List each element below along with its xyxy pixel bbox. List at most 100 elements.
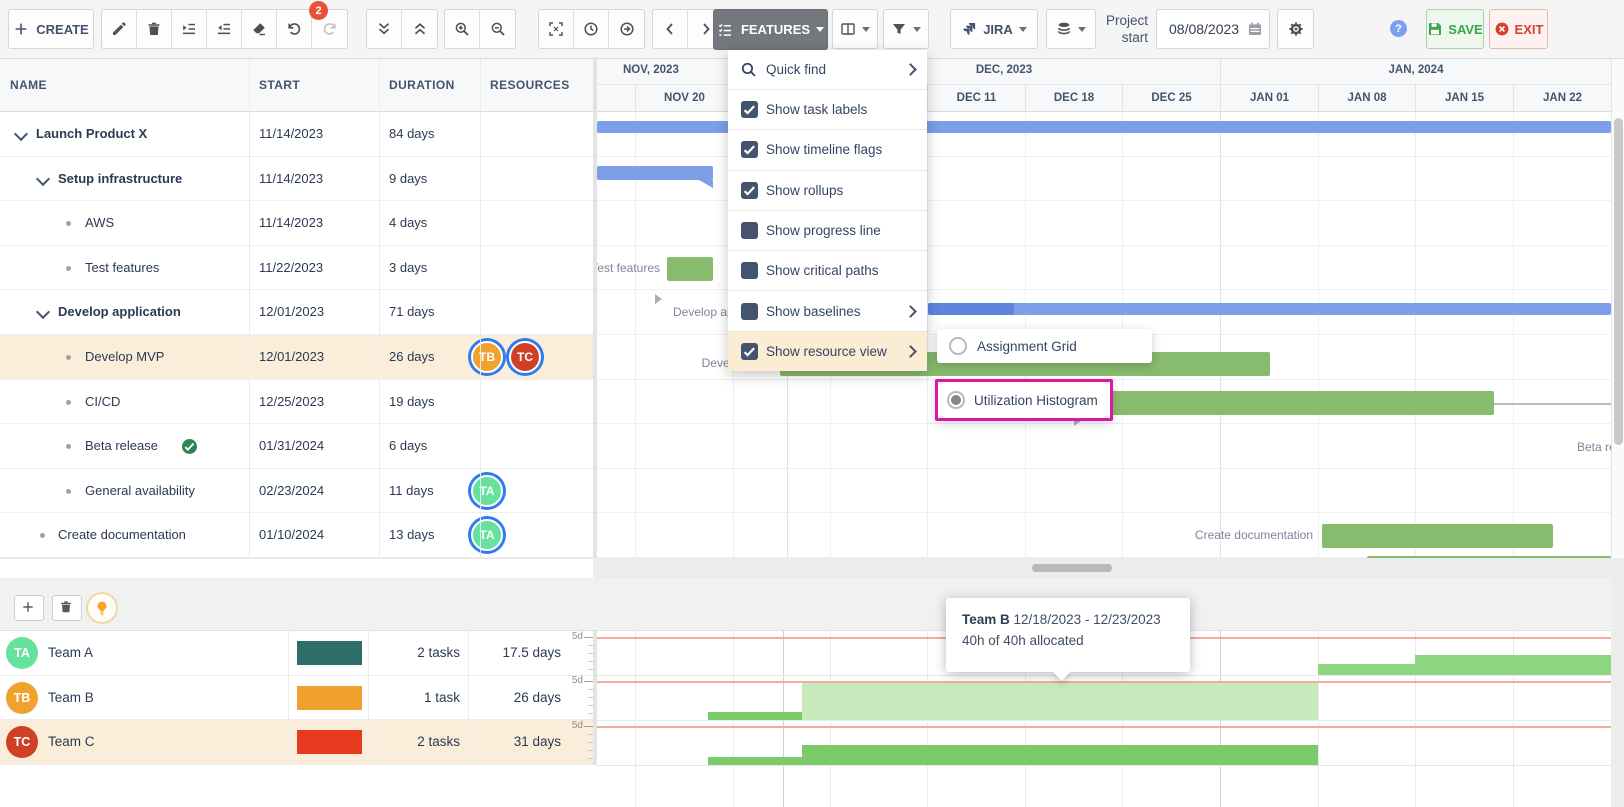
menu-item-show-resource-view[interactable]: Show resource view bbox=[728, 331, 927, 371]
indent-button[interactable] bbox=[172, 10, 207, 48]
task-row[interactable]: Create documentation01/10/202413 daysTA bbox=[0, 513, 593, 558]
vertical-scrollbar-thumb[interactable] bbox=[1614, 118, 1623, 445]
resource-color-swatch[interactable] bbox=[297, 641, 362, 665]
help-icon[interactable]: ? bbox=[1390, 20, 1407, 37]
create-button[interactable]: CREATE bbox=[8, 9, 94, 49]
create-documentation-bar[interactable] bbox=[1322, 524, 1553, 548]
filter-button[interactable] bbox=[883, 9, 929, 49]
utilization-bar[interactable] bbox=[708, 712, 802, 720]
checkbox-unchecked-icon[interactable] bbox=[741, 222, 758, 239]
menu-item-quick-find[interactable]: Quick find bbox=[728, 50, 927, 89]
horizontal-scrollbar-thumb[interactable] bbox=[1032, 564, 1112, 572]
assignee-avatar[interactable]: TC bbox=[509, 341, 541, 373]
radio-selected-icon[interactable] bbox=[947, 391, 965, 409]
resource-row[interactable]: TCTeam C2 tasks31 days5d bbox=[0, 720, 593, 765]
go-to-task-button[interactable] bbox=[609, 10, 644, 48]
task-row[interactable]: Develop MVP12/01/202326 daysTBTC bbox=[0, 335, 593, 380]
features-menu-button[interactable]: FEATURES bbox=[713, 9, 828, 50]
task-row[interactable]: Setup infrastructure11/14/20239 days bbox=[0, 157, 593, 202]
task-row[interactable]: General availability02/23/202411 daysTA bbox=[0, 469, 593, 514]
menu-item-show-critical-paths[interactable]: Show critical paths bbox=[728, 250, 927, 290]
task-row[interactable]: CI/CD12/25/202319 days bbox=[0, 380, 593, 425]
collapse-chevron-icon[interactable] bbox=[14, 127, 28, 141]
delete-resource-button[interactable] bbox=[52, 595, 82, 621]
utilization-bar[interactable] bbox=[1318, 664, 1415, 675]
delete-button[interactable] bbox=[137, 10, 172, 48]
utilization-bar[interactable] bbox=[708, 757, 802, 765]
checkbox-unchecked-icon[interactable] bbox=[741, 262, 758, 279]
ci-cd-bar[interactable] bbox=[1085, 391, 1494, 415]
exit-button[interactable]: EXIT bbox=[1489, 9, 1548, 49]
add-resource-button[interactable] bbox=[14, 595, 44, 621]
menu-item-show-task-labels[interactable]: Show task labels bbox=[728, 89, 927, 129]
calendar-icon bbox=[1247, 21, 1263, 37]
fit-icon bbox=[548, 21, 564, 37]
task-row[interactable]: AWS11/14/20234 days bbox=[0, 201, 593, 246]
collapse-chevron-icon[interactable] bbox=[36, 305, 50, 319]
edit-button[interactable] bbox=[102, 10, 137, 48]
hint-bulb-button[interactable] bbox=[86, 592, 118, 624]
checkbox-checked-icon[interactable] bbox=[741, 141, 758, 158]
submenu-option-assignment-grid[interactable]: Assignment Grid bbox=[937, 329, 1152, 363]
project-start-date-input[interactable]: 08/08/2023 bbox=[1156, 9, 1270, 49]
setup-infrastructure-bar[interactable] bbox=[597, 166, 713, 180]
collapse-chevron-icon[interactable] bbox=[36, 172, 50, 186]
collapse-all-button[interactable] bbox=[402, 10, 437, 48]
task-row[interactable]: Test features11/22/20233 days bbox=[0, 246, 593, 291]
bullet-icon bbox=[66, 400, 71, 405]
task-name: AWS bbox=[85, 215, 114, 230]
scroll-left-button[interactable] bbox=[653, 10, 688, 48]
assignee-avatar[interactable]: TA bbox=[471, 519, 503, 551]
menu-item-show-timeline-flags[interactable]: Show timeline flags bbox=[728, 129, 927, 169]
jira-sync-button[interactable]: JIRA bbox=[950, 9, 1038, 49]
column-header-start: START bbox=[259, 58, 300, 112]
assignee-avatar[interactable]: TA bbox=[471, 475, 503, 507]
week-gridline bbox=[1415, 112, 1416, 558]
week-gridline bbox=[635, 631, 636, 807]
resource-color-swatch[interactable] bbox=[297, 730, 362, 754]
resource-row[interactable]: TATeam A2 tasks17.5 days5d bbox=[0, 631, 593, 676]
columns-button[interactable] bbox=[832, 9, 878, 49]
save-button[interactable]: SAVE bbox=[1426, 9, 1484, 49]
checkbox-checked-icon[interactable] bbox=[741, 343, 758, 360]
menu-item-show-baselines[interactable]: Show baselines bbox=[728, 290, 927, 330]
tooltip-range: 12/18/2023 - 12/23/2023 bbox=[1014, 612, 1161, 627]
utilization-bar[interactable] bbox=[1415, 655, 1611, 675]
bullet-icon bbox=[66, 355, 71, 360]
radio-unselected-icon[interactable] bbox=[949, 337, 967, 355]
caret-down-icon bbox=[862, 27, 870, 36]
timeline-week-label: NOV 20 bbox=[635, 85, 733, 112]
redo-icon bbox=[322, 21, 338, 37]
assignee-avatar[interactable]: TB bbox=[471, 341, 503, 373]
outdent-button[interactable] bbox=[207, 10, 242, 48]
checkbox-checked-icon[interactable] bbox=[741, 182, 758, 199]
expand-all-button[interactable] bbox=[367, 10, 402, 48]
features-button-label: FEATURES bbox=[741, 22, 810, 37]
project-start-date-value: 08/08/2023 bbox=[1169, 21, 1239, 37]
resource-color-swatch[interactable] bbox=[297, 686, 362, 710]
submenu-option-utilization-histogram[interactable]: Utilization Histogram bbox=[935, 379, 1113, 421]
task-name: Setup infrastructure bbox=[58, 171, 182, 186]
task-name: Test features bbox=[85, 260, 159, 275]
menu-item-show-progress-line[interactable]: Show progress line bbox=[728, 210, 927, 250]
develop-application-bar[interactable] bbox=[928, 303, 1611, 315]
clear-button[interactable] bbox=[242, 10, 277, 48]
resource-row[interactable]: TBTeam B1 task26 days5d bbox=[0, 676, 593, 721]
task-start-date: 01/31/2024 bbox=[259, 438, 324, 453]
zoom-out-button[interactable] bbox=[480, 10, 515, 48]
time-range-button[interactable] bbox=[574, 10, 609, 48]
utilization-bar[interactable] bbox=[802, 683, 1318, 720]
timeline-week-label: JAN 22 bbox=[1513, 85, 1611, 112]
settings-button[interactable] bbox=[1277, 9, 1314, 49]
zoom-in-button[interactable] bbox=[445, 10, 480, 48]
test-features-bar[interactable] bbox=[667, 257, 713, 281]
task-row[interactable]: Launch Product X11/14/202384 days bbox=[0, 112, 593, 157]
checkbox-unchecked-icon[interactable] bbox=[741, 303, 758, 320]
fit-to-screen-button[interactable] bbox=[539, 10, 574, 48]
undo-button[interactable] bbox=[277, 10, 312, 48]
menu-item-show-rollups[interactable]: Show rollups bbox=[728, 170, 927, 210]
task-row[interactable]: Beta release01/31/20246 days bbox=[0, 424, 593, 469]
task-row[interactable]: Develop application12/01/202371 days bbox=[0, 290, 593, 335]
utilization-bar[interactable] bbox=[802, 745, 1318, 765]
checkbox-checked-icon[interactable] bbox=[741, 101, 758, 118]
